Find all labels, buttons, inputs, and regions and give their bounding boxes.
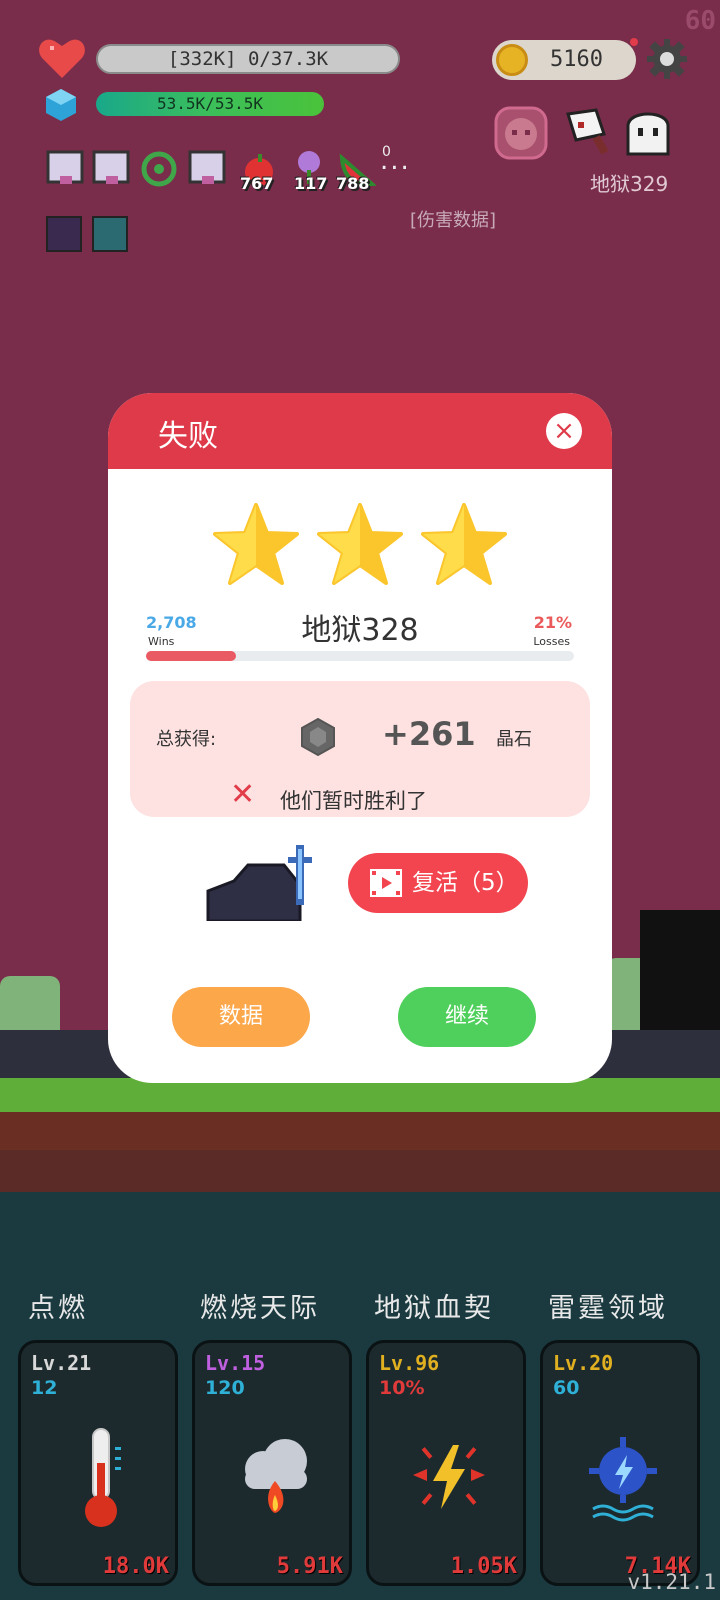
skill-name: 地狱血契 xyxy=(374,1293,494,1324)
close-button[interactable]: × xyxy=(546,413,582,449)
skill-level: Lv.96 xyxy=(379,1351,440,1375)
star-rating xyxy=(108,503,612,585)
skill-name: 燃烧天际 xyxy=(200,1293,320,1324)
coin-icon xyxy=(496,44,528,76)
progress-fill xyxy=(146,651,236,661)
revive-button[interactable]: 复活（5） xyxy=(348,853,528,913)
lightning-burst-icon xyxy=(413,1445,485,1509)
scroll-buff-icon[interactable] xyxy=(46,150,84,188)
ghost-icon[interactable] xyxy=(624,106,672,158)
hp-bar: [332K] 0/37.3K xyxy=(96,44,400,74)
fps-counter: 60 xyxy=(684,6,716,36)
star-icon xyxy=(421,503,507,585)
skill-level: Lv.20 xyxy=(553,1351,614,1375)
data-button[interactable]: 数据 xyxy=(172,987,310,1047)
reward-unit: 晶石 xyxy=(496,729,532,750)
skill-card-hell-blood-pact[interactable]: Lv.96 10% 1.05K xyxy=(366,1340,526,1586)
fire-cloud-icon xyxy=(245,1439,307,1513)
skill-name: 点燃 xyxy=(28,1293,88,1324)
skill-value: 12 xyxy=(31,1377,58,1399)
thunder-mine-icon xyxy=(589,1437,657,1522)
skill-value: 10% xyxy=(379,1377,425,1399)
grass-strip xyxy=(0,1078,720,1112)
skill-level: Lv.21 xyxy=(31,1351,92,1375)
reward-amount: +261 xyxy=(382,715,476,753)
skill-card-burning-sky[interactable]: Lv.15 120 5.91K xyxy=(192,1340,352,1586)
skill-name: 雷霆领域 xyxy=(548,1293,668,1324)
apple-buff-count: 767 xyxy=(240,174,274,193)
watermelon-buff-count: 788 xyxy=(336,174,370,193)
flower-buff-count: 117 xyxy=(294,174,328,193)
star-icon xyxy=(213,503,299,585)
defeat-dialog: 失败 × 2,708 Wins 地狱328 21% Losses 总获得: +2… xyxy=(108,393,612,1083)
losses-value: 21% xyxy=(533,613,572,632)
dialog-title: 失败 xyxy=(158,419,218,454)
damage-data-link[interactable]: [伤害数据] xyxy=(410,206,496,232)
video-ad-icon xyxy=(370,869,402,897)
skill-value: 60 xyxy=(553,1377,580,1399)
settings-gear-icon[interactable] xyxy=(646,38,688,80)
skill-card-ignite[interactable]: Lv.21 12 18.0K xyxy=(18,1340,178,1586)
defeat-x-icon: ✕ xyxy=(230,777,256,812)
demon-buff-icon[interactable] xyxy=(46,216,82,252)
reward-box: 总获得: +261 晶石 ✕ 他们暂时胜利了 xyxy=(130,681,590,817)
dialog-header: 失败 × xyxy=(108,393,612,469)
revive-label: 复活（5） xyxy=(412,870,519,896)
star-icon xyxy=(317,503,403,585)
reward-label: 总获得: xyxy=(156,729,217,750)
mana-bar: 53.5K/53.5K xyxy=(96,92,324,116)
continue-button[interactable]: 继续 xyxy=(398,987,536,1047)
version-label: v1.21.1 xyxy=(627,1570,716,1594)
skill-cost: 1.05K xyxy=(450,1554,517,1579)
mana-gem-icon xyxy=(46,89,76,121)
skill-value: 120 xyxy=(205,1377,245,1399)
crystal-icon xyxy=(301,717,335,757)
current-stage-label: 地狱329 xyxy=(590,172,669,196)
skill-card-thunder-domain[interactable]: Lv.20 60 7.14K xyxy=(540,1340,700,1586)
losses-label: Losses xyxy=(533,635,570,648)
heart-icon xyxy=(39,39,85,78)
win-loss-progress-bar xyxy=(146,651,574,661)
biohazard-buff-icon[interactable] xyxy=(140,150,178,188)
lightbulb-buff-icon[interactable] xyxy=(92,216,128,252)
skill-cost: 5.91K xyxy=(276,1554,343,1579)
skill-cost: 18.0K xyxy=(102,1554,169,1579)
scroll-buff-icon[interactable] xyxy=(92,150,130,188)
result-message: 他们暂时胜利了 xyxy=(280,789,427,813)
more-buffs-indicator[interactable]: ... xyxy=(380,146,411,176)
dirt-layer-deep xyxy=(0,1150,720,1196)
skill-level: Lv.15 xyxy=(205,1351,266,1375)
notification-dot xyxy=(630,38,638,46)
grave-sword-icon xyxy=(206,845,312,921)
cleaver-icon[interactable] xyxy=(560,104,616,160)
boss-portrait-icon[interactable] xyxy=(492,104,550,162)
scroll-buff-icon[interactable] xyxy=(188,150,226,188)
thermometer-icon xyxy=(85,1428,121,1527)
